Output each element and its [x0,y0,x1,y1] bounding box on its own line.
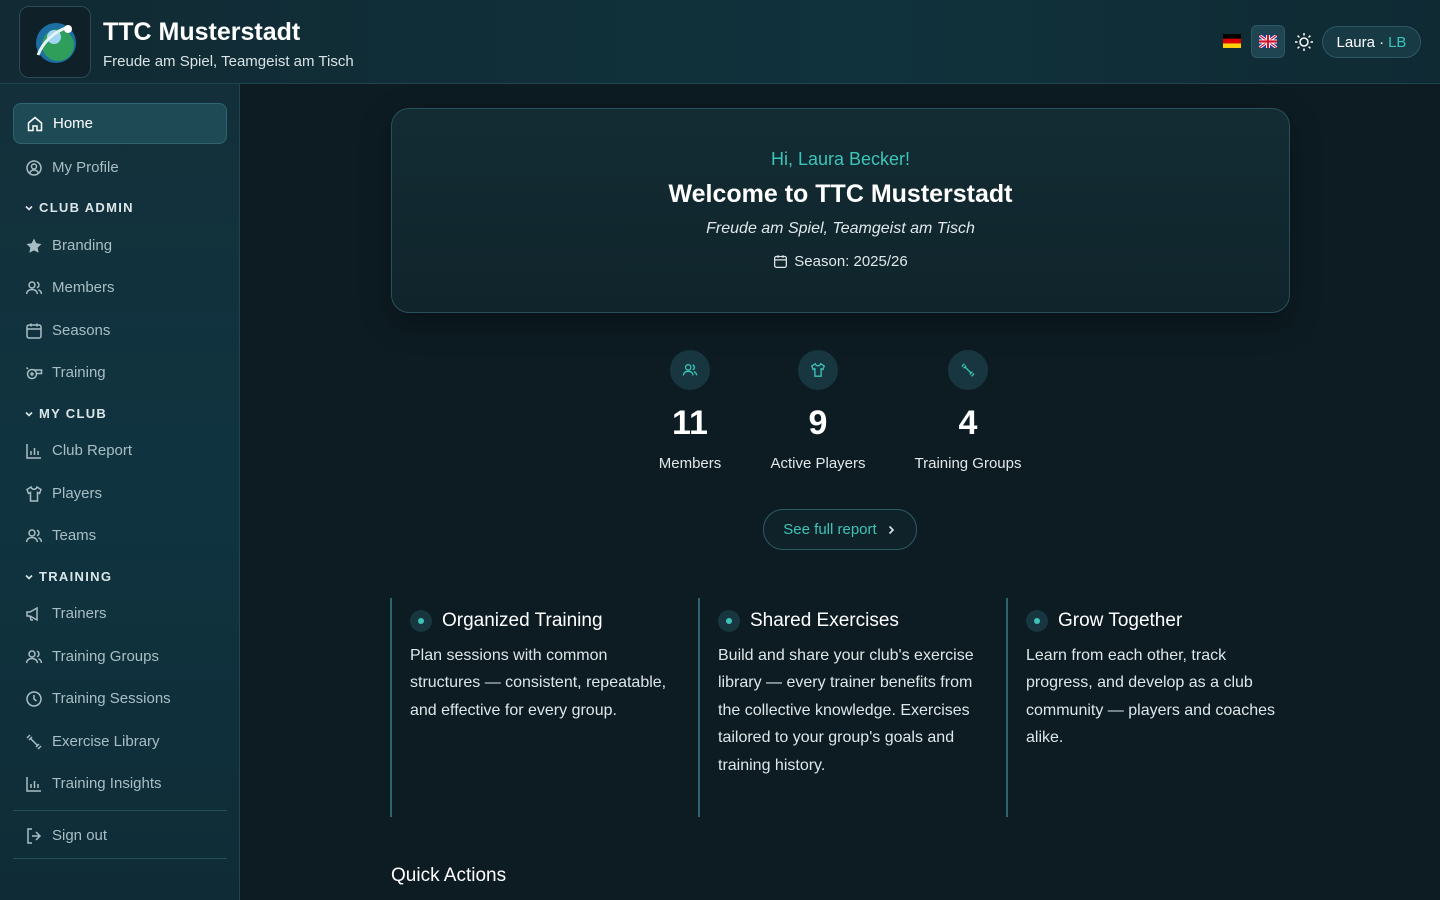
club-title: TTC Musterstadt [103,18,301,46]
quick-actions-heading: Quick Actions [391,865,507,886]
stat-training-groups: 4 Training Groups [903,350,1033,472]
sidebar-item-training-insights[interactable]: Training Insights [13,763,227,804]
stat-value: 4 [958,404,978,442]
user-name: Laura · [1336,33,1385,51]
english-language-button[interactable] [1251,25,1285,58]
whistle-icon [25,366,43,379]
sun-icon[interactable] [1294,32,1314,52]
user-initials: LB [1388,33,1407,51]
users-icon [682,364,698,376]
season-info: Season: 2025/26 [392,253,1289,270]
sidebar-item-members[interactable]: Members [13,267,227,308]
dot-icon [718,610,740,632]
shirt-icon [26,485,42,502]
users-icon [25,280,43,294]
calendar-icon [774,255,788,268]
main-content: Hi, Laura Becker! Welcome to TTC Musters… [241,85,1440,900]
section-my-club[interactable]: MY CLUB [23,406,107,421]
sidebar-item-training[interactable]: Training [13,352,227,393]
stat-icon-wrap [670,350,710,390]
stat-active-players: 9 Active Players [753,350,883,472]
feature-grow-together: Grow Together Learn from each other, tra… [1006,598,1296,817]
home-icon [27,116,43,131]
german-flag-icon[interactable] [1223,34,1241,48]
sidebar-item-trainers[interactable]: Trainers [13,593,227,634]
sidebar-item-club-report[interactable]: Club Report [13,430,227,471]
sidebar-item-exercise-library[interactable]: Exercise Library [13,721,227,762]
sidebar-divider [13,858,227,859]
sidebar-item-seasons[interactable]: Seasons [13,310,227,351]
dot-icon [1026,610,1048,632]
feature-shared-exercises: Shared Exercises Build and share your cl… [698,598,988,817]
chart-icon [26,443,41,459]
stat-members: 11 Members [625,350,755,472]
sidebar-item-players[interactable]: Players [13,473,227,514]
sidebar-item-my-profile[interactable]: My Profile [13,147,227,188]
stat-label: Training Groups [914,455,1022,472]
club-subtitle: Freude am Spiel, Teamgeist am Tisch [103,53,354,70]
stat-icon-wrap [948,350,988,390]
stat-value: 9 [808,404,828,442]
sidebar: Home My Profile CLUB ADMIN Branding Memb… [0,84,240,900]
sidebar-item-label: My Profile [52,159,119,176]
stat-icon-wrap [798,350,838,390]
clock-icon [26,690,42,707]
feature-title: Grow Together [1026,610,1296,632]
sign-out-button[interactable]: Sign out [13,815,227,856]
shirt-icon [810,362,826,377]
megaphone-icon [26,606,38,621]
sidebar-divider [13,810,227,811]
greeting: Hi, Laura Becker! [770,149,911,169]
user-menu-button[interactable]: Laura · LB [1322,26,1421,58]
feature-title: Shared Exercises [718,610,988,632]
sidebar-item-home[interactable]: Home [13,103,227,144]
feature-title: Organized Training [410,610,680,632]
users-icon [25,649,43,663]
stat-label: Members [658,455,722,472]
feature-text: Learn from each other, track progress, a… [1026,647,1275,747]
sidebar-item-label: Home [53,115,94,132]
sign-out-icon [27,827,42,844]
sidebar-item-training-groups[interactable]: Training Groups [13,636,227,677]
feature-text: Build and share your club's exercise lib… [718,647,974,774]
club-logo[interactable] [19,6,91,78]
dumbbell-icon [961,363,975,377]
welcome-title: Welcome to TTC Musterstadt [668,180,1013,208]
see-full-report-button[interactable]: See full report [763,509,917,550]
logo-icon [36,23,76,63]
sidebar-item-teams[interactable]: Teams [13,515,227,556]
dot-icon [410,610,432,632]
uk-flag-icon [1259,35,1277,48]
chevron-down-icon [25,574,33,580]
welcome-card: Hi, Laura Becker! Welcome to TTC Musters… [391,108,1290,313]
club-tagline: Freude am Spiel, Teamgeist am Tisch [706,220,975,237]
chevron-down-icon [25,411,33,417]
feature-text: Plan sessions with common structures — c… [410,647,667,719]
users-icon [25,528,43,542]
app-header: TTC Musterstadt Freude am Spiel, Teamgei… [0,0,1440,84]
profile-icon [26,159,42,176]
chevron-right-icon [888,525,894,534]
dumbbell-icon [26,733,42,750]
sidebar-item-branding[interactable]: Branding [13,225,227,266]
calendar-icon [26,323,42,339]
sidebar-item-training-sessions[interactable]: Training Sessions [13,678,227,719]
star-icon [26,238,42,253]
chevron-down-icon [25,205,33,211]
stat-label: Active Players [770,455,866,472]
section-training[interactable]: TRAINING [23,569,112,584]
stat-value: 11 [672,404,708,442]
chart-icon [26,776,41,792]
feature-organized-training: Organized Training Plan sessions with co… [390,598,680,817]
section-club-admin[interactable]: CLUB ADMIN [23,200,134,215]
